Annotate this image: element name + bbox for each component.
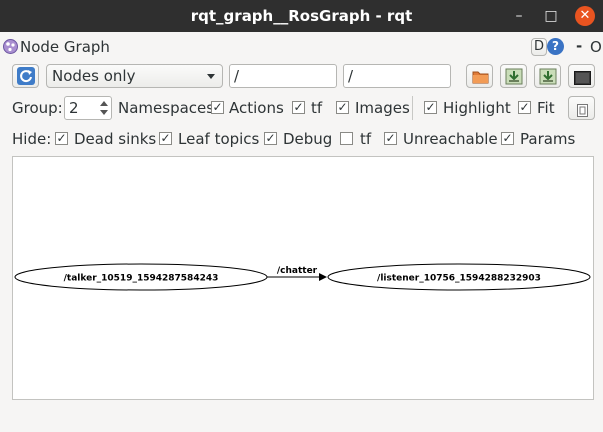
- listener-node-label: /listener_10756_1594288232903: [377, 274, 541, 284]
- help-icon[interactable]: ?: [547, 38, 564, 55]
- fit-label: Fit: [537, 99, 555, 117]
- debug-checkbox[interactable]: ✓: [264, 132, 277, 145]
- save-image-button[interactable]: [568, 64, 595, 88]
- dock-button[interactable]: D: [531, 38, 547, 56]
- panel-title: Node Graph: [20, 38, 110, 56]
- mode-select-value: Nodes only: [52, 67, 136, 85]
- graph-canvas[interactable]: /talker_10519_1594287584243 /chatter /li…: [12, 156, 594, 400]
- highlight-label: Highlight: [443, 99, 511, 117]
- spin-down-icon[interactable]: [100, 110, 108, 115]
- save-dot-button[interactable]: [500, 64, 527, 88]
- debug-label: Debug: [283, 130, 333, 148]
- minimize-button[interactable]: –: [509, 6, 529, 26]
- actions-label: Actions: [229, 99, 284, 117]
- leaf-topics-label: Leaf topics: [178, 130, 260, 148]
- mode-select[interactable]: Nodes only: [46, 64, 223, 88]
- tf-checkbox[interactable]: ✓: [292, 101, 305, 114]
- save-as-dot-icon: [505, 68, 523, 89]
- params-label: Params: [520, 130, 576, 148]
- save-as-svg-icon: [539, 68, 557, 89]
- save-svg-button[interactable]: [534, 64, 561, 88]
- hide-tf-label: tf: [360, 130, 372, 148]
- separator: [412, 96, 413, 120]
- fit-checkbox[interactable]: ✓: [518, 101, 531, 114]
- chevron-down-icon: [207, 74, 215, 79]
- refresh-button[interactable]: [12, 64, 39, 88]
- unreachable-label: Unreachable: [403, 130, 498, 148]
- minimize-panel-button[interactable]: -: [576, 37, 582, 55]
- node-graph-icon: [3, 39, 18, 54]
- dead-sinks-label: Dead sinks: [74, 130, 157, 148]
- fit-view-icon: [577, 102, 588, 121]
- maximize-button[interactable]: □: [541, 6, 561, 26]
- actions-checkbox[interactable]: ✓: [211, 101, 224, 114]
- fit-view-button[interactable]: [568, 96, 595, 120]
- image-icon: [574, 70, 591, 89]
- dead-sinks-checkbox[interactable]: ✓: [55, 132, 68, 145]
- images-checkbox[interactable]: ✓: [336, 101, 349, 114]
- tf-label: tf: [311, 99, 323, 117]
- namespaces-label: Namespaces: [118, 99, 215, 117]
- group-label: Group:: [12, 99, 63, 117]
- leaf-topics-checkbox[interactable]: ✓: [159, 132, 172, 145]
- node-filter-input[interactable]: /: [229, 64, 337, 88]
- load-dot-button[interactable]: [466, 64, 493, 88]
- close-panel-button[interactable]: O: [590, 38, 602, 56]
- images-label: Images: [355, 99, 410, 117]
- chatter-edge-label: /chatter: [277, 266, 318, 276]
- highlight-checkbox[interactable]: ✓: [424, 101, 437, 114]
- unreachable-checkbox[interactable]: ✓: [384, 132, 397, 145]
- spin-up-icon[interactable]: [100, 101, 108, 106]
- title-bar: rqt_graph__RosGraph - rqt – □ ✕: [0, 0, 603, 32]
- params-checkbox[interactable]: ✓: [501, 132, 514, 145]
- refresh-icon: [17, 67, 35, 85]
- close-button[interactable]: ✕: [575, 6, 595, 26]
- group-value: 2: [69, 99, 79, 117]
- folder-icon: [472, 69, 489, 88]
- topic-filter-input[interactable]: /: [343, 64, 451, 88]
- graph-svg: /talker_10519_1594287584243 /chatter /li…: [14, 263, 591, 291]
- group-spinbox[interactable]: 2: [64, 96, 112, 120]
- hide-tf-checkbox[interactable]: [340, 132, 353, 145]
- hide-label: Hide:: [12, 130, 52, 148]
- panel-header: Node Graph D ? - O: [0, 36, 603, 60]
- talker-node-label: /talker_10519_1594287584243: [64, 274, 219, 284]
- edge-arrowhead: [319, 273, 327, 281]
